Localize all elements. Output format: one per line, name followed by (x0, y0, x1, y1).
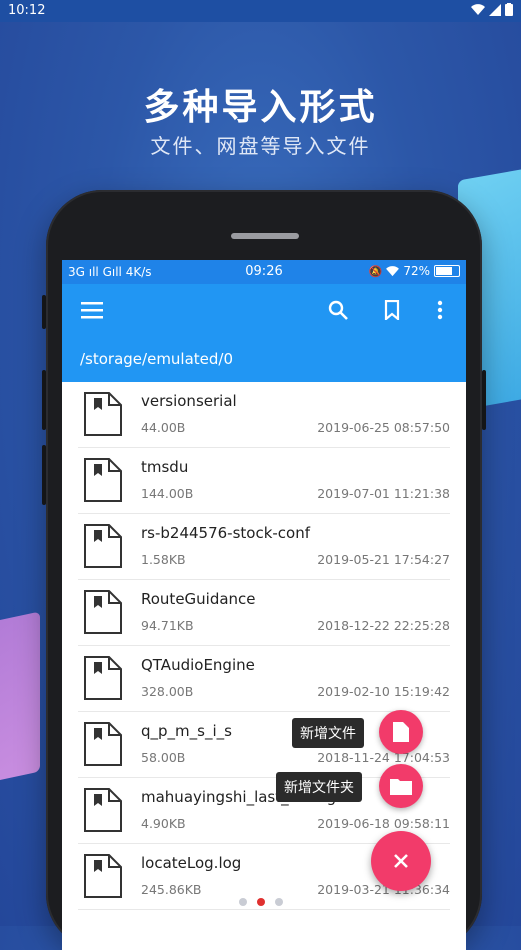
file-date: 2018-11-24 17:04:53 (317, 750, 450, 765)
file-icon (84, 788, 122, 832)
file-icon (84, 854, 122, 898)
file-icon (84, 392, 122, 436)
file-size: 58.00B (141, 750, 186, 765)
more-vert-icon[interactable] (426, 296, 454, 324)
app-status-right: 🔕 72% (369, 264, 460, 278)
signal-icon (489, 3, 501, 16)
file-date: 2019-02-10 15:19:42 (317, 684, 450, 699)
mute-icon: 🔕 (368, 264, 383, 278)
file-size: 328.00B (141, 684, 194, 699)
file-size: 44.00B (141, 420, 186, 435)
file-icon (84, 722, 122, 766)
file-date: 2019-07-01 11:21:38 (317, 486, 450, 501)
file-icon (84, 458, 122, 502)
file-date: 2018-12-22 22:25:28 (317, 618, 450, 633)
file-size: 1.58KB (141, 552, 186, 567)
wifi-icon (471, 3, 485, 15)
file-size: 144.00B (141, 486, 194, 501)
file-icon (84, 590, 122, 634)
file-size: 94.71KB (141, 618, 194, 633)
fab-close-button[interactable] (371, 831, 431, 891)
file-date: 2019-06-25 08:57:50 (317, 420, 450, 435)
phone-side-button (42, 445, 46, 505)
close-icon (394, 854, 408, 868)
file-name: tmsdu (141, 458, 189, 476)
file-name: q_p_m_s_i_s (141, 722, 232, 740)
new-file-button[interactable] (379, 710, 423, 754)
app-toolbar (62, 284, 466, 336)
list-item[interactable]: rs-b244576-stock-conf 1.58KB 2019-05-21 … (78, 514, 450, 580)
hamburger-icon[interactable] (78, 296, 106, 324)
file-size: 245.86KB (141, 882, 202, 897)
phone-side-button (42, 295, 46, 329)
status-time: 10:12 (8, 3, 46, 18)
wifi-icon (386, 265, 400, 276)
file-name: QTAudioEngine (141, 656, 255, 674)
page-dot-active[interactable] (256, 898, 265, 906)
phone-speaker (231, 233, 299, 239)
status-icons (471, 3, 513, 16)
new-folder-button[interactable] (379, 764, 423, 808)
promo-subtitle: 文件、网盘等导入文件 (150, 134, 371, 158)
phone-side-button (42, 370, 46, 430)
phone-power-button (482, 370, 486, 430)
page-dot[interactable] (238, 898, 247, 906)
battery-icon (505, 3, 513, 16)
battery-icon (434, 265, 460, 277)
file-date: 2019-06-18 09:58:11 (317, 816, 450, 831)
decorative-card-left (0, 611, 40, 789)
file-name: RouteGuidance (141, 590, 256, 608)
file-date: 2019-05-21 17:54:27 (317, 552, 450, 567)
battery-percent: 72% (403, 264, 430, 278)
phone-mockup: 3G ıll Gıll 4K/s 09:26 🔕 72% /storage/em… (42, 190, 486, 950)
search-icon[interactable] (324, 296, 352, 324)
list-item[interactable]: versionserial 44.00B 2019-06-25 08:57:50 (78, 382, 450, 448)
list-item[interactable]: QTAudioEngine 328.00B 2019-02-10 15:19:4… (78, 646, 450, 712)
file-name: locateLog.log (141, 854, 242, 872)
file-icon (84, 524, 122, 568)
file-add-icon (393, 722, 409, 742)
file-icon (84, 656, 122, 700)
list-item[interactable]: RouteGuidance 94.71KB 2018-12-22 22:25:2… (78, 580, 450, 646)
phone-screen: 3G ıll Gıll 4K/s 09:26 🔕 72% /storage/em… (62, 260, 466, 950)
folder-icon (390, 779, 412, 795)
file-name: rs-b244576-stock-conf (141, 524, 311, 542)
file-size: 4.90KB (141, 816, 186, 831)
file-name: versionserial (141, 392, 237, 410)
page-indicator (0, 898, 521, 906)
app-status-bar: 3G ıll Gıll 4K/s 09:26 🔕 72% (62, 260, 466, 284)
promo-title: 多种导入形式 (143, 87, 378, 128)
device-status-bar: 10:12 (0, 0, 521, 22)
bookmark-icon[interactable] (378, 296, 406, 324)
list-item[interactable]: tmsdu 144.00B 2019-07-01 11:21:38 (78, 448, 450, 514)
page-dot[interactable] (274, 898, 283, 906)
current-path: /storage/emulated/0 (62, 336, 466, 382)
new-folder-label[interactable]: 新增文件夹 (276, 772, 362, 802)
new-file-label[interactable]: 新增文件 (292, 718, 364, 748)
